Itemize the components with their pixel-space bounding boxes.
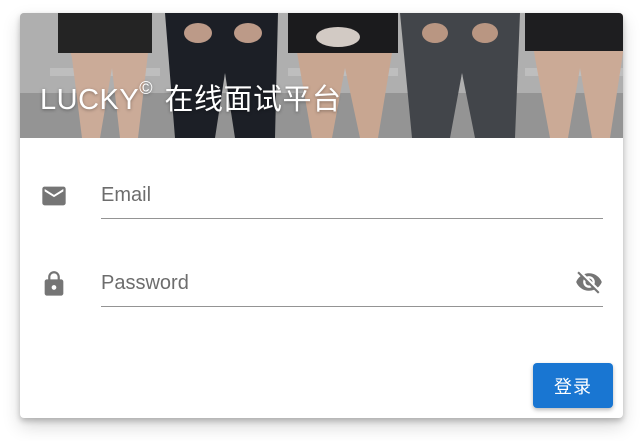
email-field-row — [40, 168, 603, 219]
brand-name: LUCKY — [40, 84, 140, 116]
copyright-mark: © — [139, 78, 153, 99]
lock-icon — [40, 270, 68, 298]
password-field[interactable] — [101, 268, 581, 298]
password-field-row — [40, 256, 603, 307]
title-suffix: 在线面试平台 — [155, 84, 342, 116]
login-card: LUCKY© 在线面试平台 登录 — [20, 13, 623, 418]
page-title: LUCKY© 在线面试平台 — [40, 76, 342, 118]
email-field[interactable] — [101, 180, 581, 210]
visibility-off-icon[interactable] — [575, 268, 603, 296]
email-field-underline — [101, 168, 603, 219]
header-image: LUCKY© 在线面试平台 — [20, 13, 623, 138]
login-button[interactable]: 登录 — [533, 363, 613, 408]
email-icon — [40, 182, 68, 210]
password-field-underline — [101, 256, 603, 307]
